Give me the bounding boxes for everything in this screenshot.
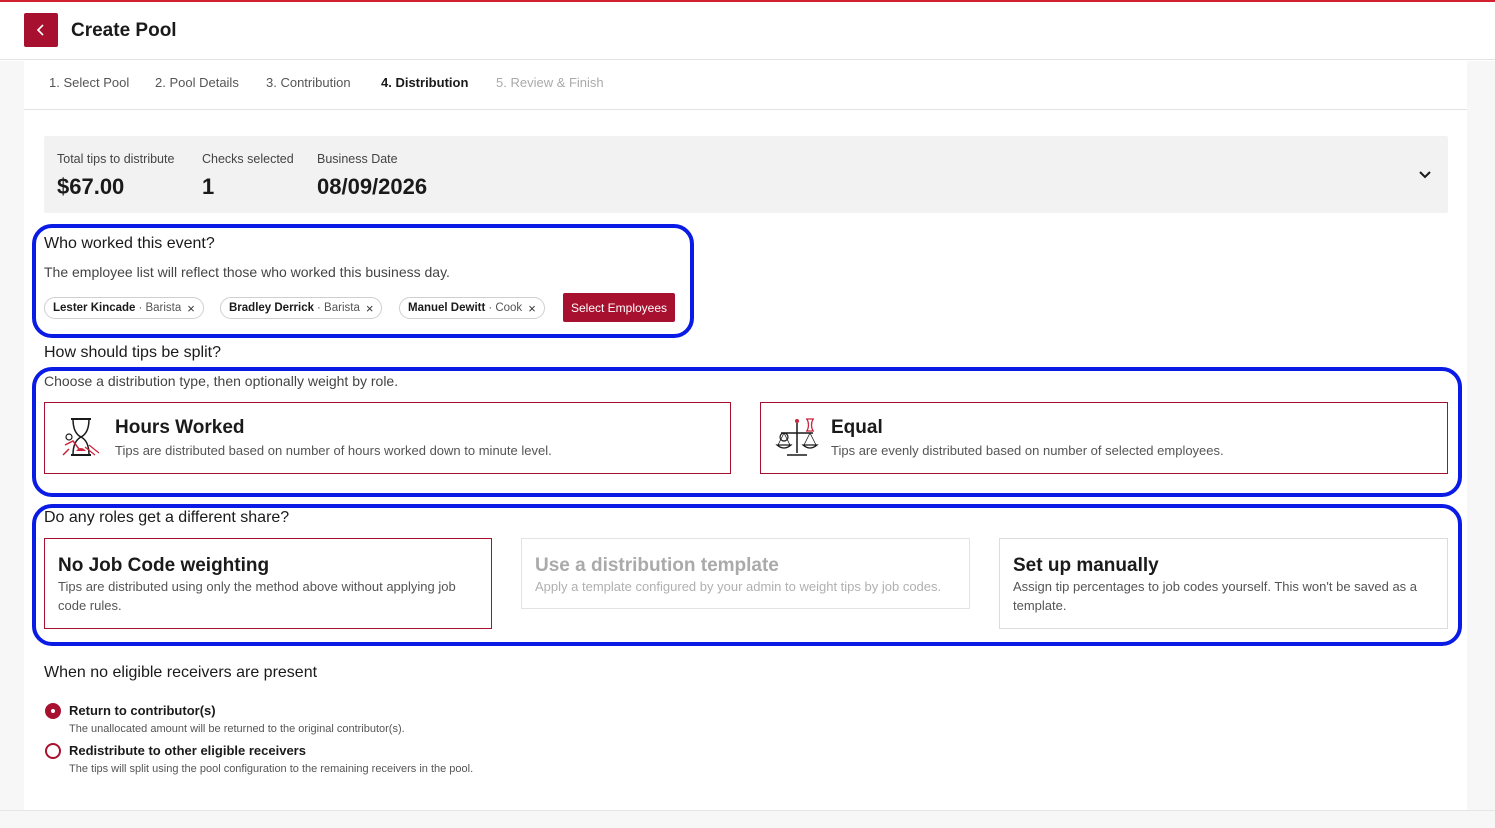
no-job-code-weighting-description: Tips are distributed using only the meth… [58,579,456,613]
business-date-value: 08/09/2026 [317,174,428,199]
employee-chip: Bradley Derrick · Barista × [220,297,383,319]
total-tips-label: Total tips to distribute [57,152,175,166]
split-description: Choose a distribution type, then optiona… [44,373,399,389]
tips-summary: Total tips to distribute $67.00 Checks s… [44,136,1448,213]
return-to-contributor-label[interactable]: Return to contributor(s) [69,703,216,718]
redistribute-label[interactable]: Redistribute to other eligible receivers [69,743,306,758]
distribution-template-description: Apply a template configured by your admi… [535,579,942,594]
employee-chip: Manuel Dewitt · Cook × [399,297,545,319]
hours-worked-title: Hours Worked [115,417,245,438]
checks-selected-value: 1 [202,174,215,199]
redistribute-description: The tips will split using the pool confi… [69,763,474,775]
split-title: How should tips be split? [44,344,221,361]
remove-icon[interactable]: × [187,302,195,315]
distribution-template-title: Use a distribution template [535,555,779,576]
no-receivers-title: When no eligible receivers are present [44,664,318,681]
who-worked-description: The employee list will reflect those who… [44,264,450,280]
set-up-manually-title: Set up manually [1013,555,1159,576]
remove-icon[interactable]: × [366,302,374,315]
page-title: Create Pool [71,20,177,41]
hours-worked-card[interactable]: Hours Worked Tips are distributed based … [44,402,731,474]
step-select-pool[interactable]: 1. Select Pool [49,75,129,90]
equal-card[interactable]: Equal Tips are evenly distributed based … [760,402,1448,474]
employee-chip: Lester Kincade · Barista × [44,297,204,319]
return-to-contributor-radio[interactable] [45,703,61,719]
no-job-code-weighting-card[interactable]: No Job Code weighting Tips are distribut… [44,538,492,629]
total-tips-value: $67.00 [57,174,125,199]
who-worked-title: Who worked this event? [44,235,215,252]
remove-icon[interactable]: × [528,302,536,315]
page-header: Create Pool [0,2,1495,60]
step-review-finish: 5. Review & Finish [496,75,604,90]
step-distribution[interactable]: 4. Distribution [381,75,468,90]
select-employees-button[interactable]: Select Employees [563,293,675,322]
stepper: 1. Select Pool 2. Pool Details 3. Contri… [24,61,1467,110]
set-up-manually-description: Assign tip percentages to job codes your… [1013,579,1418,613]
chevron-left-icon [36,24,44,36]
hourglass-person-icon [62,418,100,456]
back-button[interactable] [24,13,58,47]
business-date-label: Business Date [317,152,398,166]
equal-title: Equal [831,417,883,438]
balance-scale-icon [775,418,819,456]
hours-worked-description: Tips are distributed based on number of … [115,443,552,458]
return-to-contributor-description: The unallocated amount will be returned … [69,723,405,735]
redistribute-radio[interactable] [45,743,61,759]
checks-selected-label: Checks selected [202,152,294,166]
set-up-manually-card[interactable]: Set up manually Assign tip percentages t… [999,538,1448,629]
step-pool-details[interactable]: 2. Pool Details [155,75,239,90]
no-job-code-weighting-title: No Job Code weighting [58,555,270,576]
step-contribution[interactable]: 3. Contribution [266,75,351,90]
equal-description: Tips are evenly distributed based on num… [831,443,1224,458]
chevron-down-icon[interactable] [1416,166,1434,184]
distribution-template-card: Use a distribution template Apply a temp… [521,538,970,609]
roles-title: Do any roles get a different share? [44,509,290,526]
